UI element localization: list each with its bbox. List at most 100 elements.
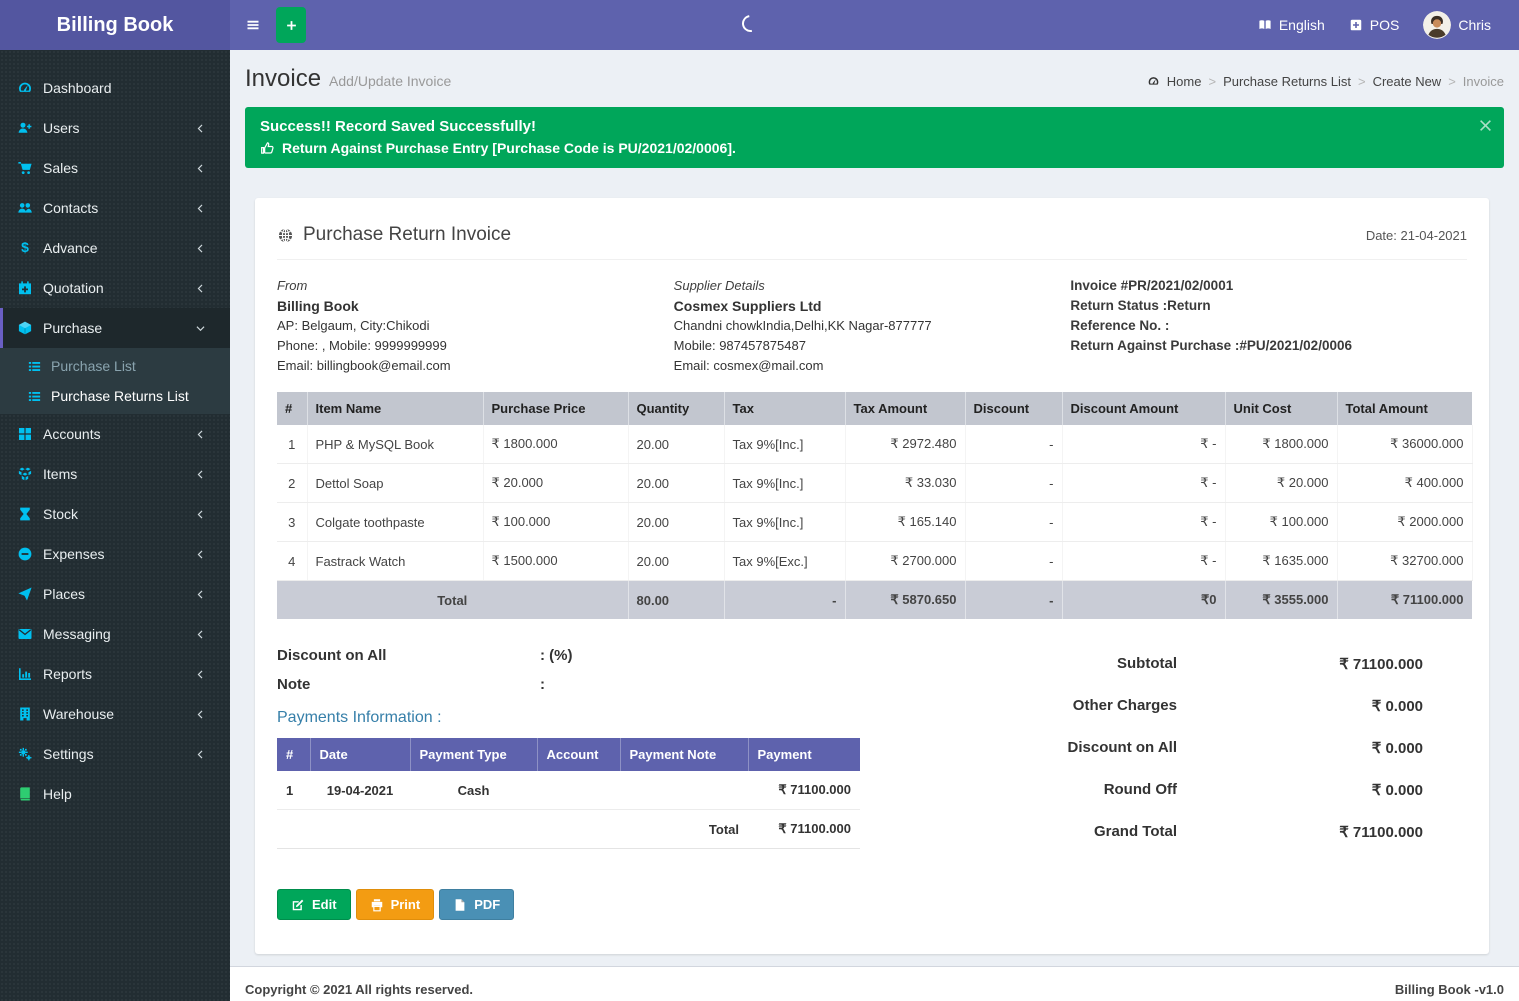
sidebar-item-places[interactable]: Places (0, 574, 230, 614)
user-menu[interactable]: Chris (1423, 11, 1491, 39)
items-cell: ₹ 1500.000 (483, 542, 628, 581)
cubes-icon (17, 466, 33, 482)
sidebar-item-dashboard[interactable]: Dashboard (0, 68, 230, 108)
supplier-address: Chandni chowkIndia,Delhi,KK Nagar-877777 (674, 316, 1071, 336)
breadcrumb-separator: > (1358, 74, 1366, 89)
sidebar-subitem-purchase-list[interactable]: Purchase List (0, 351, 230, 381)
items-cell: ₹ - (1062, 542, 1225, 581)
items-cell: ₹ 32700.000 (1337, 542, 1472, 581)
items-cell: Tax 9%[Inc.] (724, 425, 845, 464)
chevron-left-icon (195, 123, 206, 134)
sidebar-item-reports[interactable]: Reports (0, 654, 230, 694)
sidebar-item-quotation[interactable]: Quotation (0, 268, 230, 308)
chevron-left-icon (195, 629, 206, 640)
items-cell: Dettol Soap (307, 464, 483, 503)
sidebar-item-purchase[interactable]: Purchase (0, 308, 230, 348)
success-alert: Success!! Record Saved Successfully! Ret… (245, 107, 1504, 168)
chevron-left-icon (195, 163, 206, 174)
payments-col-header: Payment Note (620, 738, 748, 771)
sidebar-item-messaging[interactable]: Messaging (0, 614, 230, 654)
cart-icon (17, 160, 33, 176)
thumbs-up-icon (260, 141, 275, 156)
sidebar-item-items[interactable]: Items (0, 454, 230, 494)
items-col-header: Discount Amount (1062, 392, 1225, 425)
breadcrumb-item-invoice: Invoice (1463, 74, 1504, 89)
breadcrumb-item-home[interactable]: Home (1167, 74, 1202, 89)
home-icon (1147, 75, 1160, 88)
button-label: PDF (474, 897, 500, 912)
language-menu[interactable]: English (1258, 17, 1325, 33)
totals-summary: Subtotal₹ 71100.000Other Charges₹ 0.000D… (1015, 647, 1423, 865)
items-total-cell: 80.00 (628, 581, 724, 620)
supplier-heading: Supplier Details (674, 276, 1071, 296)
items-table-header-row: #Item NamePurchase PriceQuantityTaxTax A… (277, 392, 1472, 425)
payments-col-header: Account (537, 738, 620, 771)
items-col-header: Total Amount (1337, 392, 1472, 425)
discount-on-all-label: Discount on All (277, 647, 540, 664)
sidebar-item-label: Purchase (43, 320, 102, 336)
items-total-cell: ₹ 5870.650 (845, 581, 965, 620)
breadcrumb-item-purchase-returns-list[interactable]: Purchase Returns List (1223, 74, 1351, 89)
chevron-left-icon (195, 283, 206, 294)
chevron-left-icon (195, 749, 206, 760)
items-cell: ₹ 165.140 (845, 503, 965, 542)
total-value: ₹ 71100.000 (1177, 655, 1423, 673)
sidebar-item-accounts[interactable]: Accounts (0, 414, 230, 454)
sidebar-item-label: Messaging (43, 626, 111, 642)
quick-add-button[interactable] (276, 7, 306, 43)
sidebar-subitem-purchase-returns-list[interactable]: Purchase Returns List (0, 381, 230, 411)
items-col-header: Unit Cost (1225, 392, 1337, 425)
items-total-cell: - (965, 581, 1062, 620)
sidebar-item-advance[interactable]: $ Advance (0, 228, 230, 268)
payments-total-label: Total (277, 810, 748, 849)
supplier-mobile: Mobile: 987457875487 (674, 336, 1071, 356)
sidebar-item-contacts[interactable]: Contacts (0, 188, 230, 228)
items-cell: 20.00 (628, 464, 724, 503)
dollar-icon: $ (17, 240, 33, 256)
total-value: ₹ 71100.000 (1177, 823, 1423, 841)
sidebar-item-warehouse[interactable]: Warehouse (0, 694, 230, 734)
items-cell: 20.00 (628, 425, 724, 464)
total-label: Round Off (1104, 781, 1177, 799)
sidebar-item-label: Items (43, 466, 77, 482)
items-cell: Fastrack Watch (307, 542, 483, 581)
items-cell: ₹ 100.000 (1225, 503, 1337, 542)
sidebar-item-help[interactable]: Help (0, 774, 230, 814)
alert-close-button[interactable] (1478, 118, 1491, 131)
user-name: Chris (1458, 17, 1491, 33)
language-label: English (1279, 17, 1325, 33)
items-cell: ₹ - (1062, 503, 1225, 542)
pdf-button[interactable]: PDF (439, 889, 514, 920)
sidebar-item-users[interactable]: Users (0, 108, 230, 148)
sidebar-item-settings[interactable]: Settings (0, 734, 230, 774)
breadcrumb-item-create-new[interactable]: Create New (1373, 74, 1442, 89)
return-status: Return Status :Return (1070, 296, 1467, 316)
building-icon (17, 706, 33, 722)
sidebar-item-stock[interactable]: Stock (0, 494, 230, 534)
total-value: ₹ 0.000 (1177, 781, 1423, 799)
items-cell: Tax 9%[Inc.] (724, 503, 845, 542)
note-value: : (540, 676, 545, 693)
chevron-left-icon (195, 203, 206, 214)
items-cell: ₹ 400.000 (1337, 464, 1472, 503)
sidebar: Dashboard Users SalesContacts $ Advance Quota… (0, 50, 230, 1001)
print-button[interactable]: Print (356, 889, 435, 920)
sidebar-toggle-button[interactable] (230, 0, 276, 50)
pos-button[interactable]: POS (1349, 17, 1400, 33)
sidebar-item-sales[interactable]: Sales (0, 148, 230, 188)
group-icon (17, 200, 33, 216)
items-cell: ₹ 1635.000 (1225, 542, 1337, 581)
items-cell: ₹ 33.030 (845, 464, 965, 503)
edit-button[interactable]: Edit (277, 889, 351, 920)
sidebar-item-label: Users (43, 120, 80, 136)
from-block: From Billing Book AP: Belgaum, City:Chik… (277, 276, 674, 376)
items-cell: ₹ - (1062, 425, 1225, 464)
sidebar-item-expenses[interactable]: Expenses (0, 534, 230, 574)
total-label: Other Charges (1073, 697, 1177, 715)
items-cell: ₹ 20.000 (483, 464, 628, 503)
sidebar-item-label: Warehouse (43, 706, 114, 722)
brand-logo[interactable]: Billing Book (0, 0, 230, 50)
sidebar-item-label: Advance (43, 240, 97, 256)
total-value: ₹ 0.000 (1177, 739, 1423, 757)
loading-spinner (739, 12, 763, 36)
